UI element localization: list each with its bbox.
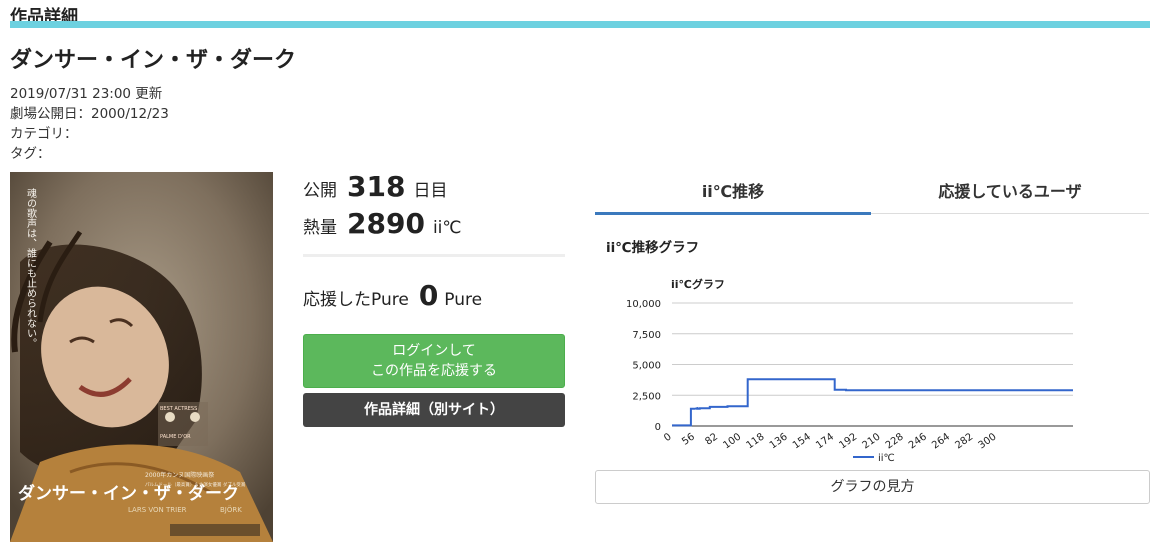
chart-x-tick-label: 300 [977, 431, 999, 451]
svg-text:BEST ACTRESS: BEST ACTRESS [160, 406, 197, 412]
support-value: 0 [418, 279, 439, 312]
release-date: 劇場公開日：2000/12/23 [10, 106, 169, 122]
poster-tagline: 魂の歌声は、誰にも止められない。 [25, 187, 37, 348]
login-line2: この作品を応援する [371, 363, 497, 379]
chart-x-tick-label: 154 [791, 431, 813, 451]
chart-x-tick-label: 0 [662, 431, 674, 444]
days-since-release: 公開 318 日目 [303, 170, 447, 203]
work-title: ダンサー・イン・ザ・ダーク [10, 48, 297, 73]
support-label: 応援したPure [303, 290, 409, 310]
chart-x-tick-label: 192 [837, 431, 859, 451]
tab-underline [871, 213, 1149, 214]
graph-heading: ii℃推移グラフ [606, 240, 700, 256]
chart-y-tick-label: 0 [655, 422, 661, 433]
support-stat: 応援したPure 0 Pure [303, 279, 482, 312]
days-label: 公開 [303, 181, 337, 201]
heat-label: 熱量 [303, 218, 337, 238]
chart-x-tick-label: 174 [814, 431, 836, 451]
chart-x-tick-label: 100 [721, 431, 743, 451]
chart-x-tick-label: 228 [884, 431, 906, 451]
tab-active-indicator [595, 212, 871, 215]
heat-unit: ii℃ [432, 218, 462, 238]
chart-title: ii℃グラフ [671, 277, 725, 291]
days-value: 318 [347, 170, 406, 203]
poster-image: BEST ACTRESS PALME D'OR 2000年カンヌ国際映画祭 パル… [10, 172, 273, 542]
chart-x-tick-label: 136 [768, 431, 790, 451]
external-detail-button[interactable]: 作品詳細（別サイト） [303, 393, 565, 427]
heat-value: 2890 [347, 207, 425, 240]
chart-x-tick-label: 210 [861, 431, 883, 451]
section-accent-bar [10, 21, 1150, 28]
login-support-button[interactable]: ログインして この作品を応援する [303, 334, 565, 388]
days-unit: 日目 [413, 181, 448, 201]
chart-x-tick-label: 264 [930, 431, 952, 451]
graph-help-button[interactable]: グラフの見方 [595, 470, 1150, 504]
poster-star: BJÖRK [220, 505, 242, 514]
chart-x-tick-label: 56 [680, 431, 697, 447]
updated-text: 2019/07/31 23:00 更新 [10, 86, 163, 102]
svg-text:PALME D'OR: PALME D'OR [160, 434, 191, 440]
chart-legend-label: ii℃ [878, 453, 895, 464]
poster-award-text: 2000年カンヌ国際映画祭 [145, 471, 214, 479]
heat-line-chart: ii℃グラフ02,5005,0007,50010,0000 56 82 100 118 1… [626, 277, 1073, 464]
support-unit: Pure [444, 290, 483, 310]
chart-x-tick-label: 118 [745, 431, 767, 451]
chart-x-tick-label: 82 [703, 431, 720, 447]
chart-series-line [672, 378, 1073, 427]
category-label: カテゴリ： [10, 126, 78, 142]
stats-divider [303, 254, 565, 257]
tab-supporting-users[interactable]: 応援しているユーザ [871, 172, 1149, 214]
poster-director: LARS VON TRIER [128, 506, 187, 514]
tags-label: タグ： [10, 146, 51, 162]
poster-title: ダンサー・イン・ザ・ダーク [18, 483, 239, 504]
chart-y-tick-label: 10,000 [626, 299, 661, 310]
tab-heat-trend[interactable]: ii℃推移 [595, 172, 871, 214]
login-line1: ログインして [392, 343, 476, 359]
chart-x-tick-label: 282 [953, 431, 975, 451]
chart-x-tick-label: 246 [907, 431, 929, 451]
chart-y-tick-label: 5,000 [632, 361, 661, 372]
chart-y-tick-label: 2,500 [632, 391, 661, 402]
work-detail-page: 作品詳細 ダンサー・イン・ザ・ダーク 2019/07/31 23:00 更新 劇… [0, 0, 1164, 546]
heat-stat: 熱量 2890 ii℃ [303, 207, 461, 240]
chart-y-tick-label: 7,500 [632, 330, 661, 341]
